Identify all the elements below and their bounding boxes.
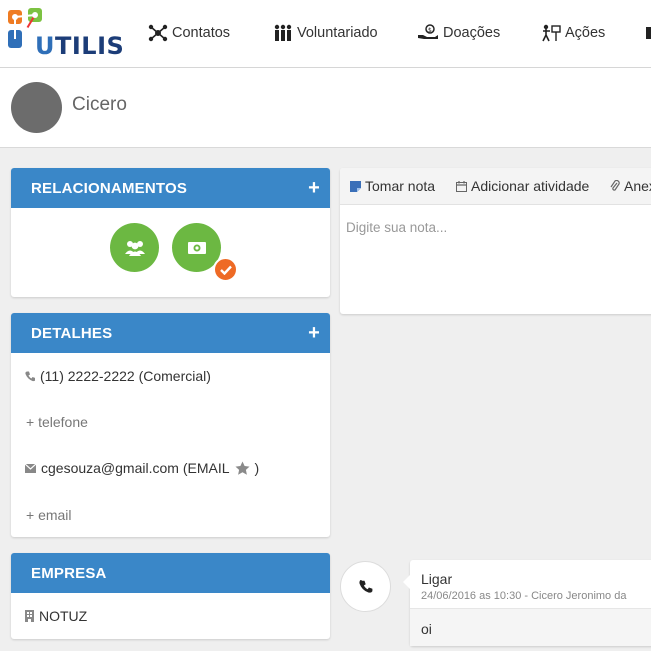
- activity-meta: 24/06/2016 as 10:30 - Cicero Jeronimo da: [421, 590, 627, 602]
- building-icon: [25, 610, 34, 622]
- nav-item-doacoes[interactable]: $ Doações: [417, 20, 500, 46]
- note-tabs: Tomar nota Adicionar atividade Anexo: [340, 168, 651, 205]
- tab-anexo-label: Anexo: [624, 178, 651, 194]
- people-icon: [274, 24, 292, 41]
- details-title: DETALHES: [31, 324, 113, 342]
- nav-item-more[interactable]: [644, 20, 651, 46]
- tab-adicionar-atividade[interactable]: Adicionar atividade: [456, 178, 589, 194]
- nav-item-voluntariado[interactable]: Voluntariado: [273, 20, 378, 46]
- activity-body: oi: [410, 608, 651, 646]
- profile-header: Cicero: [0, 68, 651, 148]
- utilis-logo[interactable]: UTILIS: [6, 6, 124, 60]
- paperclip-icon: [610, 180, 620, 191]
- calendar-icon: [456, 180, 467, 192]
- relationships-card: RELACIONAMENTOS +: [11, 168, 330, 297]
- nav-label-acoes: Ações: [565, 25, 606, 41]
- activity-card[interactable]: Ligar 24/06/2016 as 10:30 - Cicero Jeron…: [403, 560, 651, 646]
- nav-label-voluntariado: Voluntariado: [297, 25, 378, 41]
- relationships-body: [11, 208, 330, 297]
- add-detail-button[interactable]: +: [308, 323, 320, 343]
- activity-title: Ligar: [421, 571, 453, 587]
- add-relationship-button[interactable]: +: [308, 178, 320, 198]
- email-value: cgesouza@gmail.com (EMAIL: [41, 460, 230, 476]
- activity-text: oi: [421, 621, 432, 637]
- check-icon: [219, 265, 232, 275]
- company-header: EMPRESA: [11, 553, 330, 593]
- logo-text: UTILIS: [35, 32, 124, 60]
- details-header: DETALHES +: [11, 313, 330, 353]
- phone-small-icon: [25, 371, 35, 381]
- phone-icon: [358, 579, 372, 593]
- logo-rest: TILIS: [55, 32, 125, 60]
- svg-text:$: $: [428, 27, 432, 34]
- company-title: EMPRESA: [31, 564, 107, 582]
- avatar[interactable]: [11, 82, 62, 133]
- donation-hand-icon: $: [418, 24, 438, 39]
- tab-anexo[interactable]: Anexo: [610, 178, 651, 194]
- check-badge: [213, 257, 238, 282]
- note-panel: Tomar nota Adicionar atividade Anexo Dig…: [340, 168, 651, 314]
- phone-value: (11) 2222-2222 (Comercial): [40, 368, 211, 384]
- email-suffix: ): [254, 460, 260, 476]
- action-icon: [542, 24, 561, 42]
- more-nav-icon: [646, 27, 651, 39]
- nav-item-acoes[interactable]: Ações: [541, 20, 605, 46]
- nav-label-doacoes: Doações: [443, 25, 501, 41]
- email-row: cgesouza@gmail.com (EMAIL ): [25, 460, 259, 476]
- group-icon: [124, 240, 145, 256]
- envelope-icon: [25, 463, 36, 473]
- profile-name: Cicero: [72, 94, 127, 115]
- phone-row: (11) 2222-2222 (Comercial): [25, 368, 211, 384]
- company-row[interactable]: NOTUZ: [25, 608, 87, 624]
- star-icon[interactable]: [235, 461, 250, 475]
- relationships-title: RELACIONAMENTOS: [31, 179, 188, 197]
- relationships-header: RELACIONAMENTOS +: [11, 168, 330, 208]
- nav-item-contatos[interactable]: Contatos: [148, 20, 230, 46]
- logo-letter: U: [35, 32, 55, 60]
- money-icon: [187, 241, 206, 254]
- tab-adicionar-atividade-label: Adicionar atividade: [471, 178, 590, 194]
- company-name: NOTUZ: [39, 608, 88, 624]
- note-icon: [350, 180, 361, 192]
- nav-label-contatos: Contatos: [172, 25, 231, 41]
- relationship-group-button[interactable]: [110, 223, 159, 272]
- details-card: DETALHES + (11) 2222-2222 (Comercial) + …: [11, 313, 330, 537]
- top-navbar: UTILIS Contatos Voluntariado $ Doações A…: [0, 0, 651, 68]
- company-card: EMPRESA NOTUZ: [11, 553, 330, 639]
- activity-type-button[interactable]: [340, 561, 391, 612]
- add-email-link[interactable]: + email: [26, 507, 72, 523]
- tab-tomar-nota-label: Tomar nota: [365, 178, 436, 194]
- note-input[interactable]: Digite sua nota...: [346, 220, 447, 235]
- network-icon: [148, 24, 168, 42]
- add-phone-link[interactable]: + telefone: [26, 414, 88, 430]
- tab-tomar-nota[interactable]: Tomar nota: [350, 178, 435, 194]
